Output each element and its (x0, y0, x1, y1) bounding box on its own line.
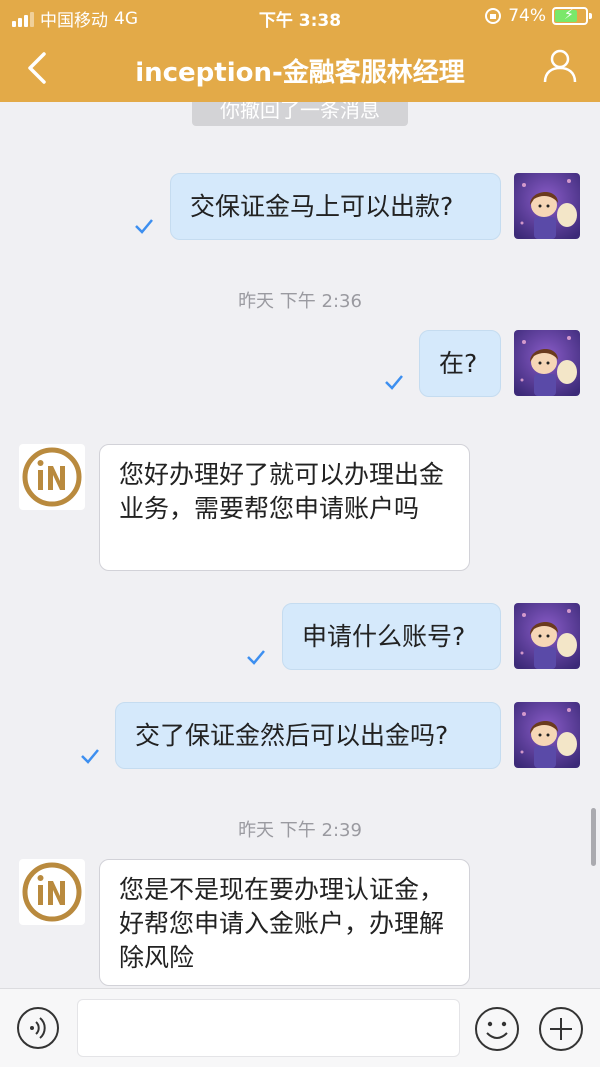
timestamp: 昨天 下午 2:39 (238, 820, 362, 841)
plus-icon[interactable] (538, 1006, 584, 1052)
voice-icon[interactable] (16, 1006, 60, 1050)
user-avatar[interactable] (514, 702, 580, 768)
battery-icon: ⚡ (552, 7, 592, 25)
timestamp: 昨天 下午 2:36 (238, 291, 362, 312)
check-icon (385, 375, 403, 390)
status-bar: 中国移动 4G 下午 3:38 74% ⚡ (0, 0, 600, 34)
message-bubble[interactable]: 您好办理好了就可以办理出金业务，需要帮您申请账户吗 (99, 444, 470, 571)
chevron-left-icon[interactable] (18, 48, 58, 88)
recall-notice: 你撤回了一条消息 (192, 102, 408, 126)
scrollbar[interactable] (591, 808, 596, 866)
rotation-lock-icon (485, 8, 502, 24)
person-icon[interactable] (542, 48, 578, 84)
user-avatar[interactable] (514, 173, 580, 239)
message-bubble[interactable]: 申请什么账号? (282, 603, 501, 670)
check-icon (135, 219, 153, 234)
user-avatar[interactable] (514, 603, 580, 669)
chat-title: inception-金融客服林经理 (135, 58, 465, 88)
input-bar (0, 988, 600, 1067)
nav-bar: inception-金融客服林经理 (0, 34, 600, 102)
check-icon (81, 749, 99, 764)
agent-logo-avatar[interactable] (19, 859, 85, 925)
top-bar: 中国移动 4G 下午 3:38 74% ⚡ inception-金融客服林经理 (0, 0, 600, 102)
message-bubble[interactable]: 交保证金马上可以出款? (170, 173, 501, 240)
message-input[interactable] (77, 999, 460, 1057)
user-avatar[interactable] (514, 330, 580, 396)
message-bubble[interactable]: 您是不是现在要办理认证金，好帮您申请入金账户，办理解除风险 (99, 859, 470, 986)
message-bubble[interactable]: 交了保证金然后可以出金吗? (115, 702, 501, 769)
chat-area[interactable]: 你撤回了一条消息 交保证金马上可以出款? 昨天 下午 2:36 在? 您好办理好… (0, 102, 600, 988)
battery-percent: 74% (508, 6, 546, 26)
emoji-icon[interactable] (474, 1006, 520, 1052)
agent-logo-avatar[interactable] (19, 444, 85, 510)
message-bubble[interactable]: 在? (419, 330, 501, 397)
check-icon (247, 650, 265, 665)
